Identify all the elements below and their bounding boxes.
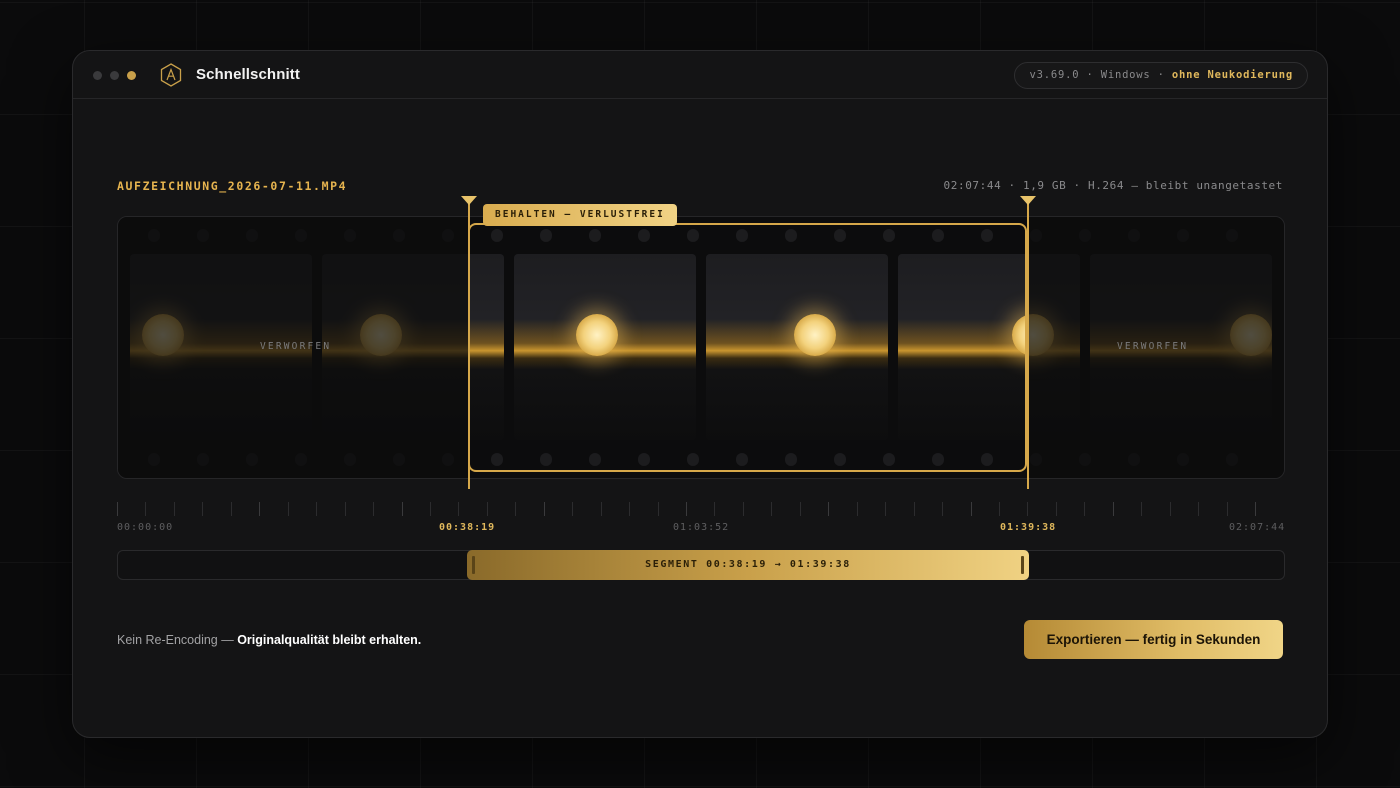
ruler-tick [487, 502, 488, 516]
ruler-tick [1056, 502, 1057, 516]
timeline-label-in: 00:38:19 [439, 522, 496, 533]
ruler-tick [316, 502, 317, 516]
ruler-tick [771, 502, 772, 516]
ruler-tick [231, 502, 232, 516]
window-maximize-button[interactable] [127, 71, 136, 80]
ruler-tick [458, 502, 459, 516]
version-badge: v3.69.0 · Windows · ohne Neukodierung [1014, 62, 1308, 89]
export-button[interactable]: Exportieren — fertig in Sekunden [1024, 620, 1283, 659]
window-minimize-button[interactable] [110, 71, 119, 80]
out-handle[interactable] [1027, 197, 1029, 489]
file-info: 02:07:44 · 1,9 GB · H.264 — bleibt unang… [943, 179, 1283, 192]
ruler-tick [1255, 502, 1256, 516]
ruler-tick [885, 502, 886, 516]
ruler-tick [658, 502, 659, 516]
ruler-tick [942, 502, 943, 516]
ruler-tick [1027, 502, 1028, 516]
ruler-tick [402, 502, 403, 516]
ruler-tick [572, 502, 573, 516]
timeline-label-end: 02:07:44 [1229, 522, 1286, 533]
timeline-label-start: 00:00:00 [117, 522, 174, 533]
ruler-tick [1227, 502, 1228, 516]
segment-bar[interactable]: SEGMENT 00:38:19 → 01:39:38 [467, 550, 1029, 580]
ruler-tick [971, 502, 972, 516]
ruler-tick [857, 502, 858, 516]
ruler-tick [1198, 502, 1199, 516]
ruler-tick [601, 502, 602, 516]
file-name: AUFZEICHNUNG_2026-07-11.MP4 [117, 179, 348, 193]
segment-grip-left[interactable] [472, 556, 475, 574]
ruler-tick [373, 502, 374, 516]
ruler-tick [999, 502, 1000, 516]
ruler-tick [1084, 502, 1085, 516]
ruler-tick [145, 502, 146, 516]
version-highlight: ohne Neukodierung [1171, 69, 1293, 81]
ruler-tick [1141, 502, 1142, 516]
ruler-tick [430, 502, 431, 516]
app-logo-icon [160, 63, 182, 87]
ruler-tick [544, 502, 545, 516]
ruler-tick [174, 502, 175, 516]
ruler-tick [259, 502, 260, 516]
timeline-ruler[interactable] [117, 502, 1285, 520]
ruler-tick [828, 502, 829, 516]
keep-tag: BEHALTEN — VERLUSTFREI [483, 204, 677, 226]
discard-label-left: VERWORFEN [260, 341, 332, 352]
ruler-tick [288, 502, 289, 516]
ruler-tick [1170, 502, 1171, 516]
footer-note-bold: Originalqualität bleibt erhalten. [237, 633, 422, 647]
ruler-tick [743, 502, 744, 516]
filmstrip[interactable]: VERWORFEN VERWORFEN [117, 216, 1285, 479]
ruler-tick [1113, 502, 1114, 516]
footer-note: Kein Re-Encoding — Originalqualität blei… [117, 633, 421, 647]
ruler-tick [800, 502, 801, 516]
ruler-tick [714, 502, 715, 516]
ruler-tick [117, 502, 118, 516]
selection-box [468, 223, 1027, 472]
ruler-tick [629, 502, 630, 516]
in-handle-marker-icon[interactable] [461, 196, 477, 205]
ruler-tick [515, 502, 516, 516]
segment-label: SEGMENT 00:38:19 → 01:39:38 [645, 559, 851, 570]
ruler-tick [345, 502, 346, 516]
in-handle[interactable] [468, 197, 470, 489]
ruler-tick [202, 502, 203, 516]
timeline-label-out: 01:39:38 [1000, 522, 1057, 533]
footer-note-prefix: Kein Re-Encoding — [117, 633, 238, 647]
segment-grip-right[interactable] [1021, 556, 1024, 574]
ruler-tick [914, 502, 915, 516]
timeline-label-mid: 01:03:52 [673, 522, 730, 533]
discard-label-right: VERWORFEN [1117, 341, 1189, 352]
version-info: v3.69.0 · Windows · [1029, 69, 1172, 81]
window-close-button[interactable] [93, 71, 102, 80]
app-window: Schnellschnitt v3.69.0 · Windows · ohne … [72, 50, 1328, 738]
app-title: Schnellschnitt [196, 66, 300, 83]
out-handle-marker-icon[interactable] [1020, 196, 1036, 205]
title-bar: Schnellschnitt v3.69.0 · Windows · ohne … [73, 51, 1327, 99]
ruler-tick [686, 502, 687, 516]
